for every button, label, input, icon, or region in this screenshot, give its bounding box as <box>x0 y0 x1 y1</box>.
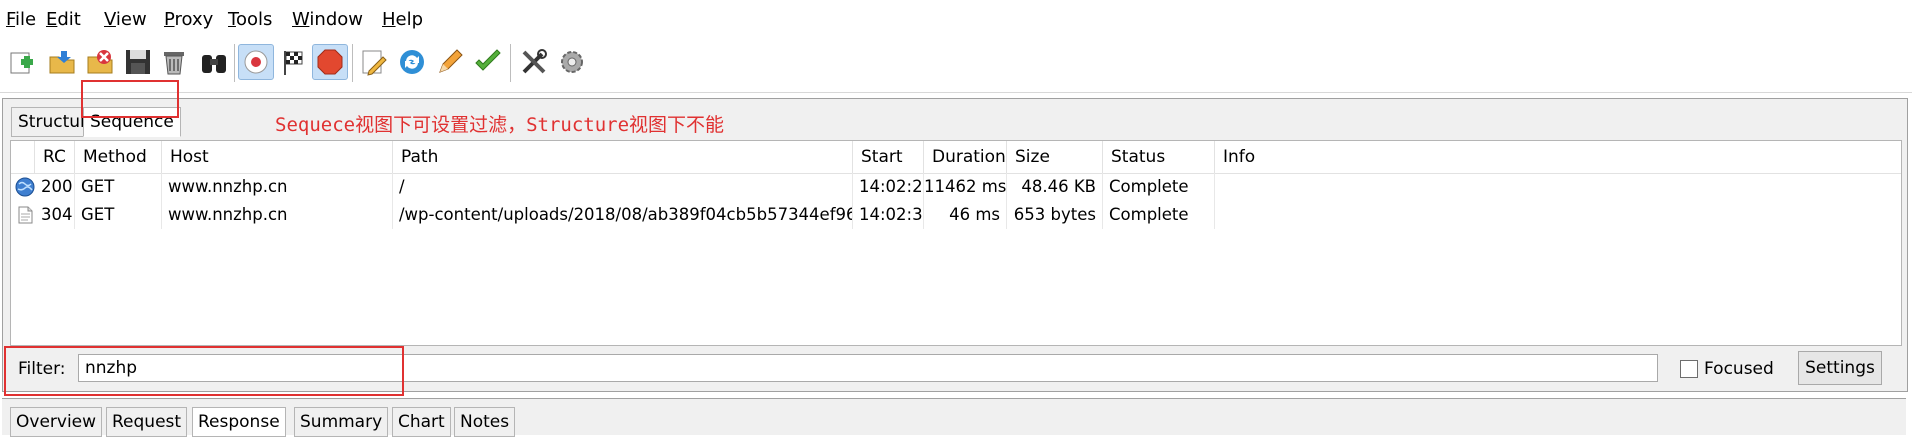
tools-icon[interactable] <box>516 44 552 80</box>
validate-icon[interactable] <box>470 44 506 80</box>
clear-icon[interactable] <box>156 44 192 80</box>
cell-rc: 200 <box>35 173 75 201</box>
menu-proxy[interactable]: Proxy <box>164 9 213 30</box>
repeat-icon[interactable] <box>394 44 430 80</box>
cell-duration: 46 ms <box>924 201 1007 229</box>
col-size[interactable]: Size <box>1007 141 1103 173</box>
document-icon <box>18 206 33 224</box>
new-session-icon[interactable] <box>4 44 40 80</box>
tab-overview[interactable]: Overview <box>10 407 103 437</box>
col-host[interactable]: Host <box>162 141 393 173</box>
menu-tools[interactable]: Tools <box>228 9 272 30</box>
cell-size: 48.46 KB <box>1007 173 1103 201</box>
menu-file[interactable]: File <box>6 9 36 30</box>
tab-notes[interactable]: Notes <box>454 407 516 437</box>
cell-duration: 11462 ms <box>924 173 1007 201</box>
detail-panel: Overview Request Response Summary Chart … <box>2 398 1906 437</box>
table-row[interactable]: 304 GET www.nnzhp.cn /wp-content/uploads… <box>11 201 1901 229</box>
stop-icon[interactable] <box>312 44 348 80</box>
cell-start: 14:02:21 <box>853 173 924 201</box>
highlight-sequence-tab <box>81 80 179 118</box>
menu-view[interactable]: View <box>104 9 147 30</box>
cell-status: Complete <box>1103 173 1215 201</box>
settings-icon[interactable] <box>554 44 590 80</box>
pencil-icon[interactable] <box>432 44 468 80</box>
tab-response[interactable]: Response <box>192 407 286 437</box>
open-icon[interactable] <box>44 44 80 80</box>
toolbar <box>0 34 1912 93</box>
col-status[interactable]: Status <box>1103 141 1215 173</box>
menu-bar: File Edit View Proxy Tools Window Help <box>0 0 1912 34</box>
save-icon[interactable] <box>120 44 156 80</box>
table-row[interactable]: 200 GET www.nnzhp.cn / 14:02:21 11462 ms… <box>11 173 1901 201</box>
menu-window[interactable]: Window <box>292 9 363 30</box>
cell-start: 14:02:35 <box>853 201 924 229</box>
cell-host: www.nnzhp.cn <box>162 201 393 229</box>
table-header: RC Method Host Path Start Duration Size … <box>11 141 1901 174</box>
col-rc[interactable]: RC <box>35 141 75 173</box>
annotation-text: Sequece视图下可设置过滤，Structure视图下不能 <box>275 114 725 136</box>
globe-icon <box>15 177 35 197</box>
focused-label: Focused <box>1704 359 1774 379</box>
cell-status: Complete <box>1103 201 1215 229</box>
cell-path: /wp-content/uploads/2018/08/ab389f04cb5b… <box>393 201 853 229</box>
settings-button[interactable]: Settings <box>1798 351 1882 385</box>
focused-checkbox[interactable]: Focused <box>1680 359 1774 379</box>
cell-path: / <box>393 173 853 201</box>
cell-size: 653 bytes <box>1007 201 1103 229</box>
close-icon[interactable] <box>82 44 118 80</box>
menu-help[interactable]: Help <box>382 9 423 30</box>
cell-info <box>1215 201 1901 229</box>
cell-info <box>1215 173 1901 201</box>
throttle-icon[interactable] <box>276 44 312 80</box>
col-start[interactable]: Start <box>853 141 924 173</box>
col-info[interactable]: Info <box>1215 141 1901 173</box>
find-icon[interactable] <box>196 44 232 80</box>
tab-request[interactable]: Request <box>106 407 188 437</box>
col-duration[interactable]: Duration <box>924 141 1007 173</box>
highlight-filter <box>4 346 404 396</box>
tab-summary[interactable]: Summary <box>294 407 389 437</box>
cell-rc: 304 <box>35 201 75 229</box>
menu-edit[interactable]: Edit <box>46 9 81 30</box>
col-method[interactable]: Method <box>75 141 162 173</box>
edit-icon[interactable] <box>356 44 392 80</box>
cell-method: GET <box>75 173 162 201</box>
checkbox-box[interactable] <box>1680 360 1698 378</box>
cell-host: www.nnzhp.cn <box>162 173 393 201</box>
record-icon[interactable] <box>238 44 274 80</box>
tab-chart[interactable]: Chart <box>392 407 451 437</box>
request-table: RC Method Host Path Start Duration Size … <box>10 140 1902 346</box>
cell-method: GET <box>75 201 162 229</box>
col-path[interactable]: Path <box>393 141 853 173</box>
